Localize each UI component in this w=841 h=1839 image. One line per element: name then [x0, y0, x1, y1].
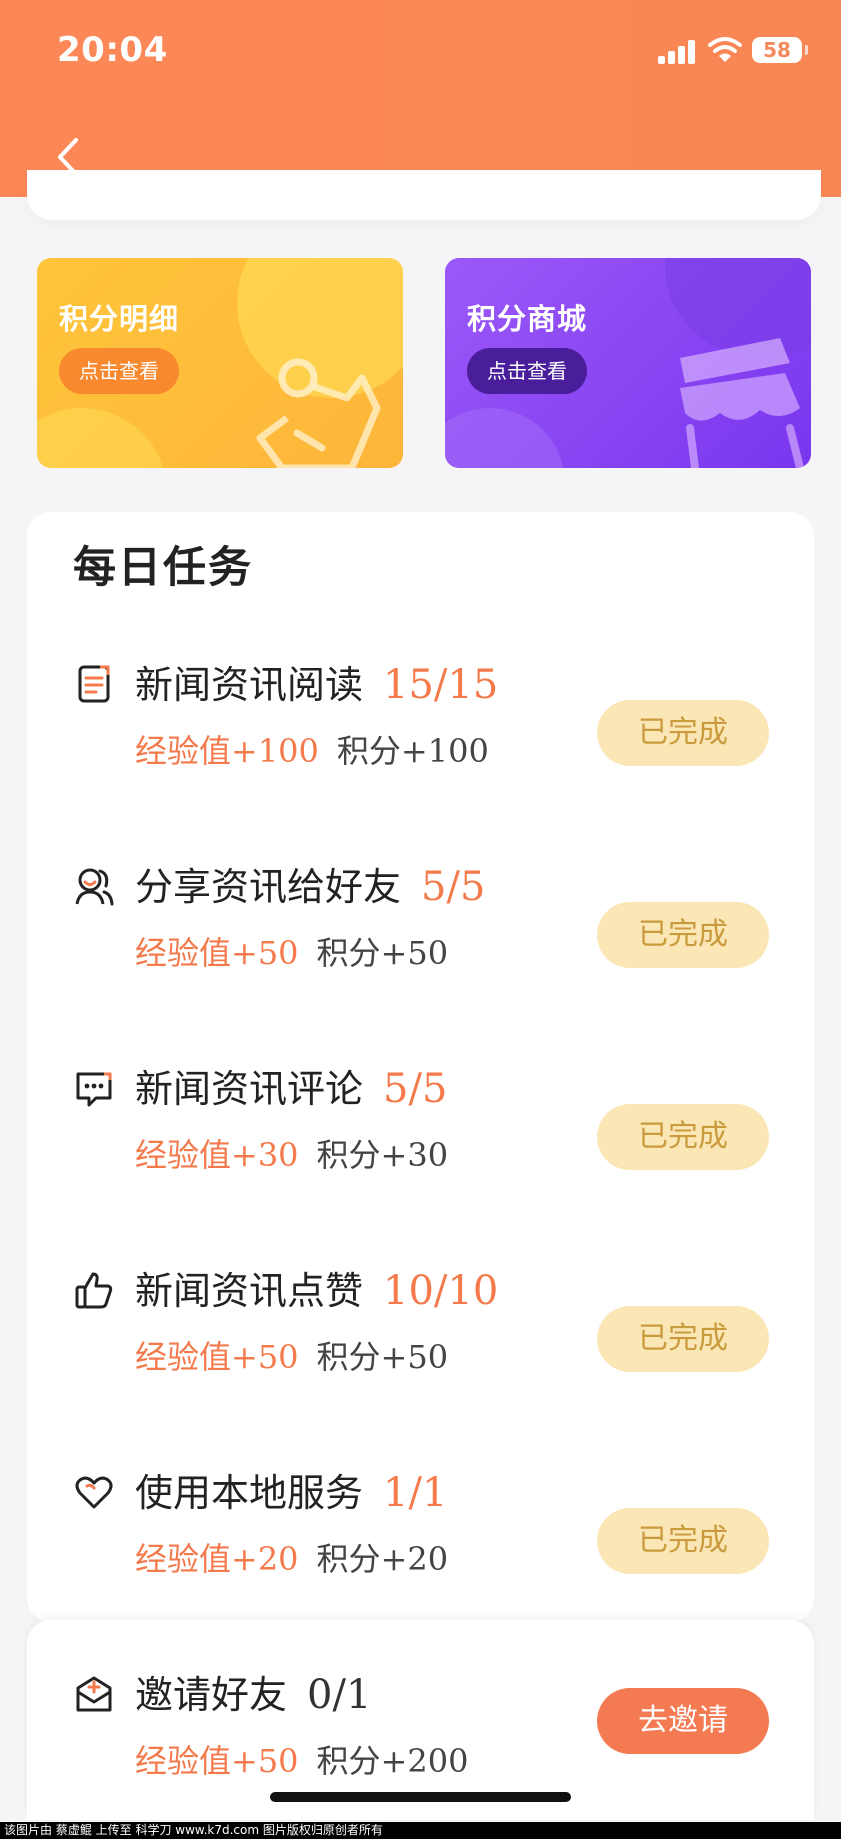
task-item-like-news: 新闻资讯点赞 10/10 经验值+50 积分+50 已完成	[0, 1256, 841, 1416]
reward-points: 积分+20	[316, 1540, 449, 1578]
task-name: 新闻资讯点赞 10/10	[135, 1268, 499, 1314]
task-completed-button[interactable]: 已完成	[597, 902, 769, 968]
reward-exp: 经验值+50	[135, 1742, 299, 1780]
users-icon	[75, 868, 114, 906]
task-progress: 10/10	[383, 1268, 499, 1314]
task-item-comment-news: 新闻资讯评论 5/5 经验值+30 积分+30 已完成	[0, 1054, 841, 1214]
battery-indicator: 58	[752, 37, 808, 63]
reward-points: 积分+200	[316, 1742, 469, 1780]
cellular-signal-icon	[658, 40, 698, 64]
task-progress: 5/5	[421, 864, 486, 910]
puzzle-art-icon	[256, 358, 381, 468]
task-completed-button[interactable]: 已完成	[597, 1508, 769, 1574]
task-name: 邀请好友 0/1	[135, 1672, 372, 1718]
points-detail-view-button[interactable]: 点击查看	[59, 348, 179, 394]
watermark-footer: 该图片由 蔡虚鲲 上传至 科学刀 www.k7d.com 图片版权归原创者所有	[0, 1822, 841, 1839]
points-detail-card[interactable]: 积分明细 点击查看	[37, 258, 403, 468]
task-item-share-news: 分享资讯给好友 5/5 经验值+50 积分+50 已完成	[0, 852, 841, 1012]
task-completed-button[interactable]: 已完成	[597, 700, 769, 766]
task-completed-button[interactable]: 已完成	[597, 1104, 769, 1170]
header-bar: 20:04 58	[0, 0, 841, 197]
points-detail-title: 积分明细	[59, 302, 180, 336]
task-rewards: 经验值+20 积分+20	[135, 1534, 448, 1580]
task-rewards: 经验值+50 积分+50	[135, 1332, 448, 1378]
task-name: 使用本地服务 1/1	[135, 1470, 448, 1516]
home-indicator	[270, 1792, 571, 1802]
task-completed-button[interactable]: 已完成	[597, 1306, 769, 1372]
task-name: 新闻资讯评论 5/5	[135, 1066, 448, 1112]
mail-icon	[76, 1676, 112, 1712]
points-mall-view-button[interactable]: 点击查看	[467, 348, 587, 394]
task-progress: 1/1	[383, 1470, 448, 1516]
daily-tasks-title: 每日任务	[73, 543, 253, 593]
task-progress: 15/15	[383, 662, 499, 708]
task-item-local-service: 使用本地服务 1/1 经验值+20 积分+20 已完成	[0, 1458, 841, 1618]
task-rewards: 经验值+30 积分+30	[135, 1130, 448, 1176]
reward-exp: 经验值+100	[135, 732, 319, 770]
reward-points: 积分+50	[316, 934, 449, 972]
reward-exp: 经验值+50	[135, 934, 299, 972]
task-progress: 0/1	[307, 1672, 372, 1718]
invite-button[interactable]: 去邀请	[597, 1688, 769, 1754]
points-mall-card[interactable]: 积分商城 点击查看	[445, 258, 811, 468]
reward-exp: 经验值+20	[135, 1540, 299, 1578]
reward-exp: 经验值+50	[135, 1338, 299, 1376]
shop-awning-icon	[680, 338, 804, 468]
status-time: 20:04	[57, 30, 168, 70]
thumbs-up-icon	[75, 1272, 113, 1309]
task-progress: 5/5	[383, 1066, 448, 1112]
task-name: 新闻资讯阅读 15/15	[135, 662, 499, 708]
document-icon	[78, 665, 110, 703]
task-rewards: 经验值+50 积分+200	[135, 1736, 468, 1782]
heart-icon	[75, 1476, 113, 1509]
reward-points: 积分+30	[316, 1136, 449, 1174]
reward-points: 积分+100	[336, 732, 489, 770]
comment-icon	[76, 1072, 112, 1107]
reward-points: 积分+50	[316, 1338, 449, 1376]
points-mall-title: 积分商城	[467, 302, 588, 336]
summary-card	[27, 170, 821, 220]
task-name: 分享资讯给好友 5/5	[135, 864, 486, 910]
wifi-icon	[708, 37, 742, 62]
task-rewards: 经验值+100 积分+100	[135, 726, 489, 772]
task-item-read-news: 新闻资讯阅读 15/15 经验值+100 积分+100 已完成	[0, 650, 841, 810]
reward-exp: 经验值+30	[135, 1136, 299, 1174]
task-rewards: 经验值+50 积分+50	[135, 928, 448, 974]
